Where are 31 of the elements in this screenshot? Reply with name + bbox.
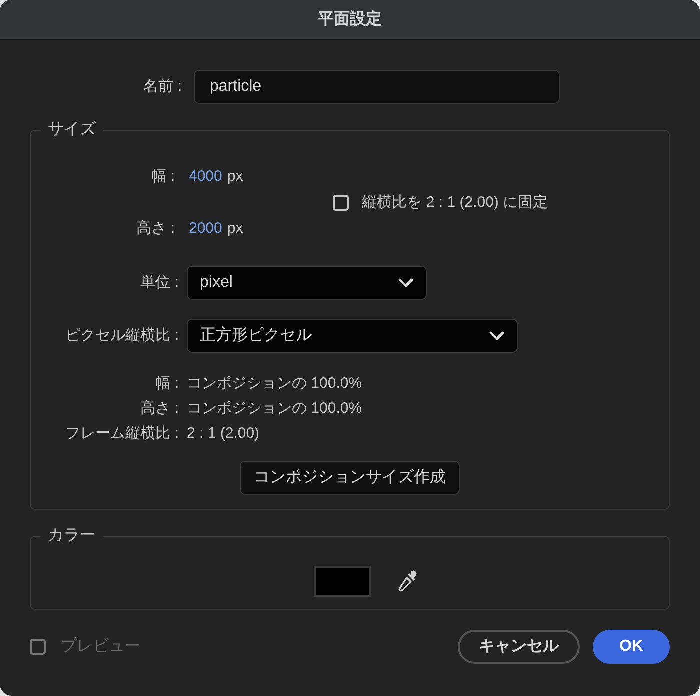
section-label: カラー (47, 526, 97, 546)
checkbox[interactable] (333, 195, 350, 211)
info-value: 2 : 1 (2.00) (187, 424, 260, 444)
eyedropper-icon[interactable] (396, 570, 418, 594)
info-value: コンポジションの 100.0% (187, 374, 362, 394)
field-label: ピクセル縦横比 : (64, 326, 179, 346)
field-label: 単位 : (140, 272, 179, 293)
window-title: 平面設定 (318, 9, 382, 30)
dropdown[interactable]: pixel (187, 266, 427, 300)
unit-label: px (227, 166, 244, 187)
comp-size-button[interactable]: コンポジションサイズ作成 (240, 461, 460, 495)
value-field[interactable]: 4000 (189, 166, 222, 188)
field-label: 名前 : (142, 76, 182, 97)
cancel-button[interactable]: キャンセル (458, 630, 580, 664)
info-label: フレーム縦横比 : (64, 424, 179, 444)
chevron-down-icon (489, 331, 505, 341)
dropdown[interactable]: 正方形ピクセル (187, 319, 518, 353)
section-label: サイズ (47, 120, 97, 140)
color-swatch[interactable] (314, 566, 370, 597)
field-label: 幅 : (150, 166, 175, 187)
unit-label: px (227, 218, 244, 239)
field-label: 高さ : (136, 218, 175, 239)
info-label: 幅 : (154, 374, 179, 394)
info-value: コンポジションの 100.0% (187, 398, 362, 419)
checkbox-label: 縦横比を 2 : 1 (2.00) に固定 (362, 192, 548, 213)
name-field[interactable]: particle (194, 70, 560, 104)
ok-button[interactable]: OK (593, 630, 670, 664)
value-field[interactable]: 2000 (189, 218, 222, 240)
chevron-down-icon (398, 278, 414, 288)
info-label: 高さ : (140, 398, 179, 419)
checkbox-label: プレビュー (61, 636, 141, 657)
